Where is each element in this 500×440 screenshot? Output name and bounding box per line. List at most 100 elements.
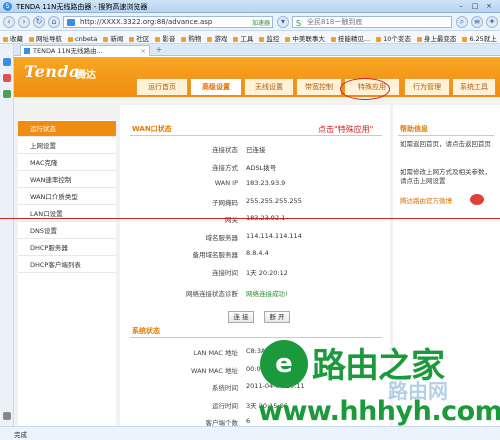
status-label: 系统时间 [212,384,238,392]
disconnect-button[interactable]: 断 开 [264,311,290,323]
tab-favicon-icon [24,48,30,54]
status-text: 完成 [14,431,27,439]
minimize-icon[interactable]: – [456,1,466,11]
back-icon[interactable]: ‹ [3,16,15,28]
status-value: 已连接 [246,146,266,154]
side-menu-item[interactable]: DNS设置 [18,223,116,239]
home-icon[interactable]: ⌂ [48,16,60,28]
bookmark-item[interactable]: 购物 [181,33,201,43]
status-label: 连接时间 [212,268,238,277]
maximize-icon[interactable]: □ [470,1,480,11]
watermark-text: 路由之家 [312,346,445,386]
bookmark-item[interactable]: 身上最变态 [417,33,457,43]
side-menu-item[interactable]: WAN速率控制 [18,172,116,188]
side-menu-item[interactable]: WAN口介质类型 [18,189,116,205]
side-menu-item[interactable]: MAC克隆 [18,155,116,171]
system-status-title: 系统状态 [132,327,160,335]
page-favicon-icon [67,19,75,26]
wan-separator [130,135,382,136]
status-label: WAN MAC 地址 [191,366,238,375]
side-menu-item[interactable]: DHCP服务器 [18,240,116,256]
status-value: 183.23.93.9 [246,179,286,187]
bookmark-item[interactable]: 社区 [129,33,149,43]
dropdown-icon[interactable]: ▾ [277,16,289,28]
sidebar-settings-icon[interactable] [3,412,11,420]
bookmark-item[interactable]: 工具 [233,33,253,43]
tenda-logo-cn: 腾达 [76,70,96,81]
url-input[interactable]: http://XXXX.3322.org:88/advance.asp 加速器 [63,16,273,28]
router-tab[interactable]: 带宽控制 [296,78,342,95]
bookmark-item[interactable]: 技能精见... [331,33,370,43]
router-tab[interactable]: 系统工具 [452,78,496,95]
connect-button[interactable]: 连 接 [228,311,254,323]
status-value: ADSL拨号 [246,163,277,172]
side-menu-item[interactable]: 运行状态 [18,121,116,137]
weibo-link[interactable]: 腾达路由官方微博 [400,197,470,206]
status-label: 连接状态 [212,146,238,154]
side-menu-item[interactable]: 上网设置 [18,138,116,154]
bookmark-item[interactable]: cnbeta [68,35,97,43]
bookmark-item[interactable]: 新闻 [103,33,123,43]
tenda-logo: Tenda [24,62,80,81]
status-label: 连接方式 [212,163,238,172]
help-text-wan: 如需修改上网方式及相关参数，请点击上网设置 [400,168,491,185]
side-menu-item[interactable]: LAN口设置 [18,206,116,222]
browser-sidebar [0,44,14,426]
browser-title-bar: S TENDA 11N无线路由器 - 搜狗高速浏览器 – □ × [0,0,500,13]
accelerator-label[interactable]: 加速器 [252,18,270,27]
bookmark-item[interactable]: 6.25就上 [462,33,496,43]
tab-close-icon[interactable]: × [141,46,146,56]
status-value: 6 [246,417,251,425]
forward-icon[interactable]: › [18,16,30,28]
status-label: 网关 [225,216,238,224]
search-engine-icon: S [296,19,302,28]
refresh-icon[interactable]: ↻ [33,16,45,28]
search-icon[interactable]: ⌕ [456,16,468,28]
status-label: 运行时间 [212,401,238,410]
search-input[interactable]: S 全民818一触到底 [292,16,452,28]
new-tab-icon[interactable]: + [154,46,164,55]
help-text-home: 如需返回首页，请点击返回首页 [400,140,491,148]
browser-tab[interactable]: TENDA 11N无线路由... × [20,45,150,56]
bookmark-item[interactable]: 游戏 [207,33,227,43]
search-placeholder: 全民818一触到底 [307,18,363,26]
status-value: 114.114.114.114 [246,231,302,240]
status-label: LAN MAC 地址 [193,349,238,357]
router-tab[interactable]: 无线设置 [244,78,294,95]
watermark-url: www.hhhyh.com [258,396,500,427]
menu-icon[interactable]: ≡ [471,16,483,28]
help-separator [398,135,494,136]
bookmark-item[interactable]: 中美联事大 [285,33,325,43]
annotation-text: 点击"特殊应用" [318,125,374,134]
tab-title: TENDA 11N无线路由... [33,47,103,55]
watermark-logo-icon: e [260,340,308,388]
tools-icon[interactable]: ✦ [486,16,498,28]
bookmark-item[interactable]: 监控 [259,33,279,43]
router-tab[interactable]: 行为管理 [404,78,450,95]
status-value: 255.255.255.255 [246,196,302,205]
bookmark-item[interactable]: 影音 [155,33,175,43]
url-text: http://XXXX.3322.org:88/advance.asp [80,18,213,26]
status-label: 备用域名服务器 [192,251,239,259]
router-tab[interactable]: 高级设置 [190,78,242,95]
annotation-line [0,218,500,219]
sidebar-favorites-icon[interactable] [3,58,11,66]
bookmark-item[interactable]: 网址导航 [29,33,62,43]
window-title: TENDA 11N无线路由器 - 搜狗高速浏览器 [16,3,148,11]
bookmark-item[interactable]: 10个变态 [376,33,411,43]
side-menu-item[interactable]: DHCP客户端列表 [18,257,116,273]
status-label: 子网掩码 [212,198,238,207]
status-value: 1天 20:20:12 [246,268,288,277]
sidebar-app-icon[interactable] [3,90,11,98]
address-toolbar: ‹ › ↻ ⌂ http://XXXX.3322.org:88/advance.… [0,13,500,31]
router-tab[interactable]: 运行首页 [136,78,188,95]
sidebar-weibo-icon[interactable] [3,74,11,82]
close-icon[interactable]: × [484,1,494,11]
status-bar: 完成 [0,426,500,440]
wan-status-title: WAN口状态 [132,125,172,133]
weibo-icon[interactable] [470,194,484,205]
bookmark-item[interactable]: 收藏 [3,33,23,43]
tab-strip: TENDA 11N无线路由... × + [14,44,500,56]
status-value: 8.8.4.4 [246,249,269,257]
detect-label: 网络连接状态诊断 [186,290,238,298]
